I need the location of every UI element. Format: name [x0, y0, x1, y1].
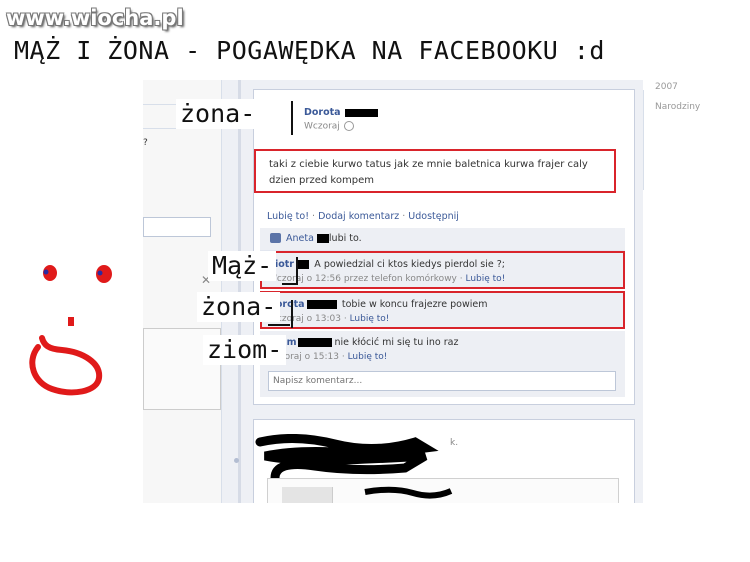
- add-comment-link[interactable]: Dodaj komentarz: [318, 211, 399, 222]
- timeline-year[interactable]: 2007: [655, 82, 678, 92]
- second-post-card: k.: [253, 419, 635, 503]
- thumbs-up-icon: [270, 233, 281, 243]
- post-card: Dorota Wczoraj taki z ciebie kurwo tatus…: [253, 89, 635, 405]
- redaction-scribble: [255, 434, 439, 483]
- post-actions: Lubię to! · Dodaj komentarz · Udostępnij: [267, 211, 459, 222]
- label-bracket: [268, 324, 290, 326]
- comment-like-link[interactable]: Lubię to!: [465, 274, 505, 284]
- comment-meta: Wczoraj o 13:03 · Lubię to!: [268, 314, 390, 324]
- globe-icon: [343, 121, 354, 131]
- likes-row: Aneta lubi to.: [260, 228, 625, 251]
- post-author-name[interactable]: Dorota: [304, 107, 341, 118]
- comment-body: Adamnie kłócić mi się tu ino raz: [266, 337, 458, 348]
- label-wife: żona-: [176, 99, 260, 129]
- comment-composer: [260, 365, 625, 397]
- comment-body: Piotr A powiedzial ci ktos kiedys pierdo…: [268, 259, 505, 270]
- right-sidebar: 2007 Narodziny: [643, 80, 700, 503]
- like-link[interactable]: Lubię to!: [267, 211, 309, 222]
- label-husband: Mąż-: [208, 251, 277, 281]
- surprised-face-drawing: [29, 265, 112, 396]
- comment-item: Dorota tobie w koncu frajezre powiem Wcz…: [260, 291, 625, 329]
- likes-text: Aneta lubi to.: [286, 233, 362, 244]
- comment-input[interactable]: [268, 371, 616, 391]
- second-post-text: k.: [450, 438, 459, 448]
- attachment-box[interactable]: [267, 478, 619, 503]
- attachment-thumbnail: [282, 487, 333, 503]
- separator: ·: [402, 211, 406, 222]
- comment-item: Piotr A powiedzial ci ktos kiedys pierdo…: [260, 251, 625, 289]
- sidebar-input[interactable]: [143, 217, 211, 237]
- liker-name[interactable]: Aneta: [286, 233, 314, 244]
- redacted-block: [344, 108, 378, 117]
- label-wife-second: żona-: [197, 292, 281, 322]
- comment-like-link[interactable]: Lubię to!: [350, 314, 390, 324]
- redacted-block: [306, 300, 337, 309]
- comment-text: tobie w koncu frajezre powiem: [341, 299, 488, 310]
- comment-meta: Wczoraj o 12:56 przez telefon komórkowy …: [268, 274, 506, 284]
- share-link[interactable]: Udostępnij: [408, 211, 459, 222]
- label-bracket: [291, 300, 293, 328]
- separator: ·: [312, 211, 316, 222]
- post-time-text[interactable]: Wczoraj: [304, 122, 340, 132]
- label-bracket: [291, 101, 293, 135]
- redacted-block: [316, 234, 329, 243]
- label-friend: ziom-: [203, 335, 287, 365]
- sidebar-question-text: ?: [143, 138, 148, 148]
- timeline-birthdays[interactable]: Narodziny: [655, 102, 700, 112]
- comment-body: Dorota tobie w koncu frajezre powiem: [268, 299, 487, 310]
- timeline-dot: [234, 458, 239, 463]
- redacted-block: [298, 338, 333, 347]
- likes-suffix: lubi to.: [328, 233, 362, 244]
- sidebar-separator: [643, 90, 644, 190]
- label-bracket: [296, 257, 298, 285]
- post-time: Wczoraj: [304, 121, 354, 132]
- redaction-scribble: [364, 486, 453, 499]
- comment-text: A powiedzial ci ktos kiedys pierdol sie …: [314, 259, 505, 270]
- post-author[interactable]: Dorota: [304, 107, 378, 118]
- comment-text: nie kłócić mi się tu ino raz: [334, 337, 459, 348]
- comment-like-link[interactable]: Lubię to!: [348, 352, 388, 362]
- post-text: taki z ciebie kurwo tatus jak ze mnie ba…: [254, 149, 616, 193]
- label-bracket: [282, 283, 296, 285]
